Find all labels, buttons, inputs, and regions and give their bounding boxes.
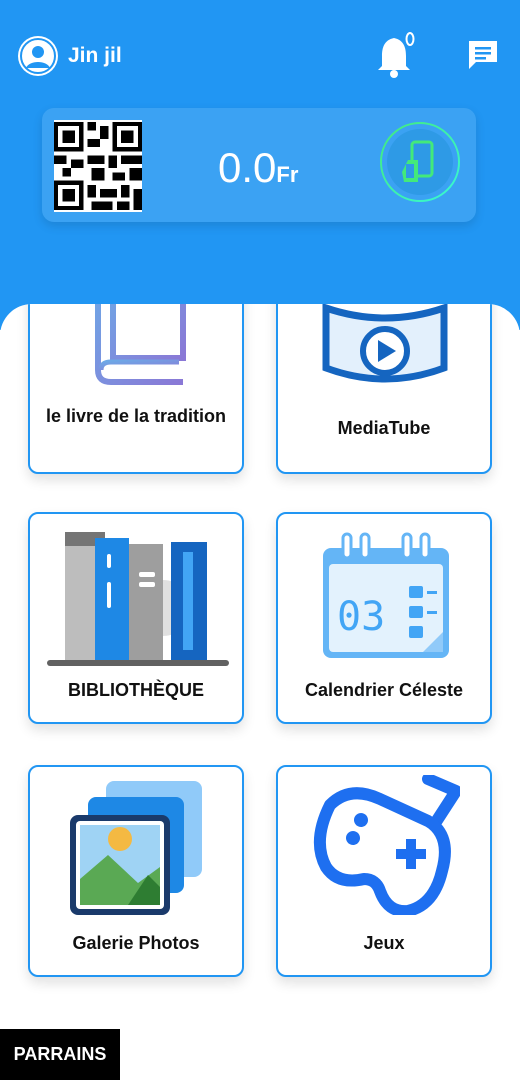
avatar[interactable] <box>18 36 58 76</box>
wallet-card: 0.0Fr <box>42 108 476 222</box>
user-avatar-icon <box>20 38 56 74</box>
tile-bibliotheque[interactable]: BIBLIOTHÈQUE <box>28 512 244 724</box>
parrains-button[interactable]: PARRAINS <box>0 1029 120 1080</box>
tile-calendrier-celeste[interactable]: 03 Calendrier Céleste <box>276 512 492 724</box>
chat-icon[interactable] <box>466 38 500 72</box>
user-name: Jin jil <box>68 44 122 67</box>
book-icon <box>95 304 186 385</box>
tile-label: BIBLIOTHÈQUE <box>67 680 204 700</box>
game-controller-icon <box>313 775 460 915</box>
bell-icon[interactable] <box>374 30 420 80</box>
tile-livre-tradition[interactable]: le livre de la tradition <box>28 304 244 474</box>
qr-code-icon[interactable] <box>54 120 142 212</box>
tile-label: Jeux <box>363 933 405 953</box>
wallet-balance: 0.0Fr <box>218 144 298 192</box>
balance-currency: Fr <box>276 162 299 187</box>
header: Jin jil 0.0Fr <box>0 0 520 330</box>
tile-label: le livre de la tradition <box>45 406 227 426</box>
tile-galerie-photos[interactable]: Galerie Photos <box>28 765 244 977</box>
tile-jeux[interactable]: Jeux <box>276 765 492 977</box>
photo-gallery-icon <box>70 781 202 915</box>
tile-mediatube[interactable]: MediaTube <box>276 304 492 474</box>
calendar-icon: 03 <box>323 532 449 658</box>
svg-text:03: 03 <box>337 594 385 640</box>
phone-scan-icon[interactable] <box>378 120 462 204</box>
menu-panel: le livre de la tradition MediaTube BIBLI… <box>0 304 520 1080</box>
balance-amount: 0.0 <box>218 144 277 191</box>
tile-label: Calendrier Céleste <box>304 680 464 700</box>
user-profile[interactable]: Jin jil <box>18 36 122 76</box>
tile-label: Galerie Photos <box>72 933 200 953</box>
tile-label: MediaTube <box>337 418 431 438</box>
video-play-icon <box>322 304 448 383</box>
library-books-icon <box>47 532 229 666</box>
